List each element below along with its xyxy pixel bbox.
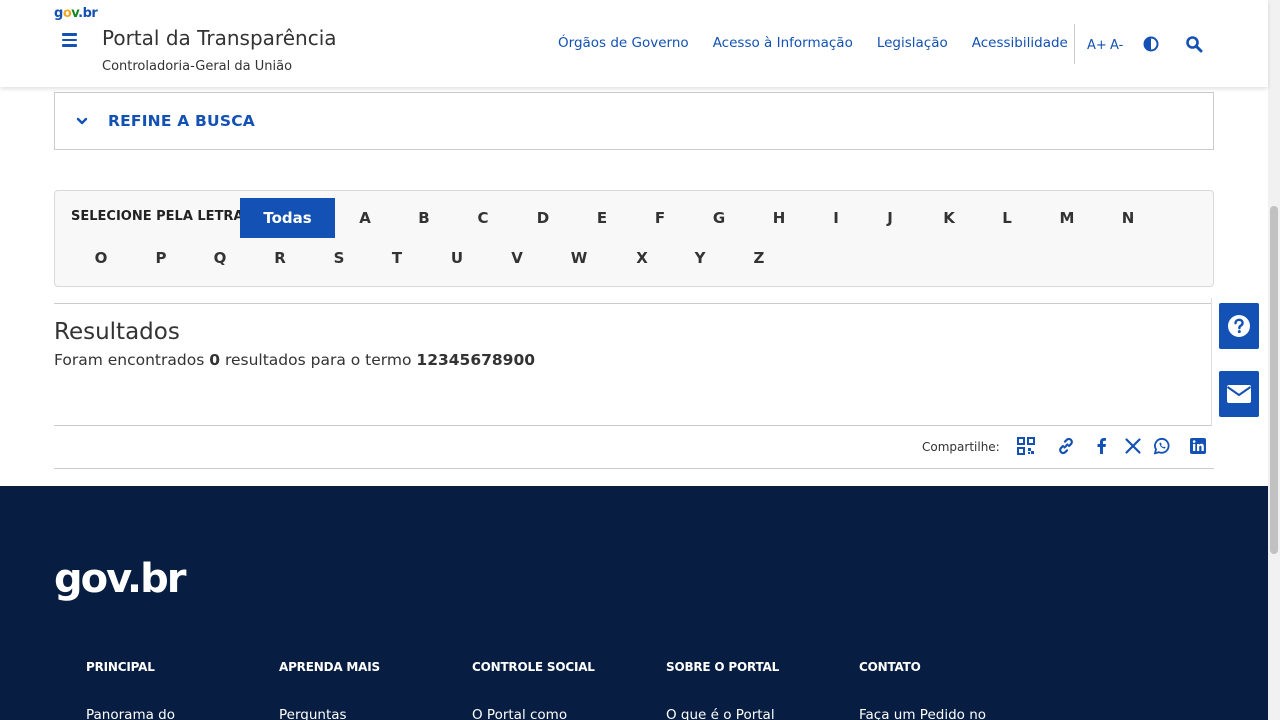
- govbr-logo[interactable]: gov.br: [54, 6, 98, 21]
- facebook-icon[interactable]: [1093, 437, 1111, 455]
- scrollbar-thumb[interactable]: [1270, 206, 1278, 554]
- font-decrease-button[interactable]: A-: [1110, 38, 1123, 53]
- letter-button-b[interactable]: B: [405, 198, 443, 238]
- letter-button-j[interactable]: J: [871, 198, 909, 238]
- nav-legislacao[interactable]: Legislação: [877, 35, 948, 51]
- footer-column-aprenda-mais: APRENDA MAIS Perguntas: [279, 660, 380, 720]
- letter-button-todas[interactable]: Todas: [240, 198, 335, 238]
- letter-button-z[interactable]: Z: [740, 238, 778, 278]
- footer-govbr-logo[interactable]: gov.br: [54, 556, 186, 602]
- letter-button-h[interactable]: H: [760, 198, 798, 238]
- refine-search-toggle[interactable]: REFINE A BUSCA: [54, 92, 1214, 150]
- footer-column-contato: CONTATO Faça um Pedido no: [859, 660, 987, 720]
- letter-button-v[interactable]: V: [498, 238, 536, 278]
- search-term: 12345678900: [416, 351, 536, 369]
- results-title: Resultados: [54, 319, 180, 345]
- qrcode-icon[interactable]: [1017, 437, 1035, 455]
- divider: [54, 425, 1214, 426]
- letter-button-e[interactable]: E: [583, 198, 621, 238]
- letter-button-p[interactable]: P: [142, 238, 180, 278]
- chevron-down-icon: [76, 117, 88, 125]
- letter-button-f[interactable]: F: [641, 198, 679, 238]
- letter-button-m[interactable]: M: [1047, 198, 1087, 238]
- letter-button-u[interactable]: U: [438, 238, 476, 278]
- letter-button-c[interactable]: C: [464, 198, 502, 238]
- nav-acessibilidade[interactable]: Acessibilidade: [972, 35, 1068, 51]
- share-label: Compartilhe:: [922, 440, 1000, 454]
- letter-button-i[interactable]: I: [817, 198, 855, 238]
- results-summary: Foram encontrados 0 resultados para o te…: [54, 351, 536, 369]
- contrast-icon[interactable]: [1143, 36, 1159, 52]
- scrollbar[interactable]: [1268, 0, 1280, 720]
- letter-selector: SELECIONE PELA LETRA: Todas A B C D E F G H I J K L M…: [54, 190, 1214, 287]
- footer-column-controle-social: CONTROLE SOCIAL O Portal como: [472, 660, 595, 720]
- letter-button-a[interactable]: A: [346, 198, 384, 238]
- letter-button-d[interactable]: D: [524, 198, 562, 238]
- x-icon[interactable]: [1124, 437, 1142, 455]
- link-icon[interactable]: [1057, 437, 1075, 455]
- letter-button-q[interactable]: Q: [201, 238, 239, 278]
- site-subtitle: Controladoria-Geral da União: [102, 59, 293, 74]
- top-nav: Órgãos de Governo Acesso à Informação Le…: [558, 35, 1092, 51]
- divider: [54, 303, 1214, 304]
- letter-button-x[interactable]: X: [623, 238, 661, 278]
- site-footer: gov.br PRINCIPAL Panorama do APRENDA MAI…: [0, 486, 1268, 720]
- nav-divider: [1074, 24, 1075, 64]
- nav-acesso-informacao[interactable]: Acesso à Informação: [713, 35, 853, 51]
- results-count: 0: [209, 351, 221, 369]
- letter-button-n[interactable]: N: [1109, 198, 1147, 238]
- font-increase-button[interactable]: A+: [1087, 38, 1107, 53]
- refine-search-label: REFINE A BUSCA: [108, 112, 255, 130]
- letter-button-k[interactable]: K: [930, 198, 968, 238]
- menu-icon[interactable]: [62, 33, 77, 47]
- question-icon: [1228, 315, 1250, 337]
- letter-button-g[interactable]: G: [700, 198, 738, 238]
- letter-button-s[interactable]: S: [320, 238, 358, 278]
- contact-button[interactable]: [1219, 371, 1259, 417]
- search-icon[interactable]: [1185, 35, 1203, 53]
- divider: [54, 468, 1214, 469]
- footer-column-sobre-portal: SOBRE O PORTAL O que é o Portal: [666, 660, 780, 720]
- site-header: gov.br Portal da Transparência Controlad…: [0, 0, 1268, 87]
- letter-button-o[interactable]: O: [82, 238, 120, 278]
- nav-orgaos[interactable]: Órgãos de Governo: [558, 35, 689, 51]
- site-title[interactable]: Portal da Transparência: [102, 26, 337, 50]
- whatsapp-icon[interactable]: [1153, 437, 1171, 455]
- help-button[interactable]: [1219, 303, 1259, 349]
- letter-button-r[interactable]: R: [261, 238, 299, 278]
- footer-column-principal: PRINCIPAL Panorama do: [86, 660, 175, 720]
- letter-button-y[interactable]: Y: [681, 238, 719, 278]
- letter-button-t[interactable]: T: [378, 238, 416, 278]
- letter-selector-label: SELECIONE PELA LETRA:: [71, 209, 249, 224]
- letter-button-l[interactable]: L: [988, 198, 1026, 238]
- envelope-icon: [1226, 385, 1252, 403]
- linkedin-icon[interactable]: [1189, 437, 1207, 455]
- letter-button-w[interactable]: W: [560, 238, 598, 278]
